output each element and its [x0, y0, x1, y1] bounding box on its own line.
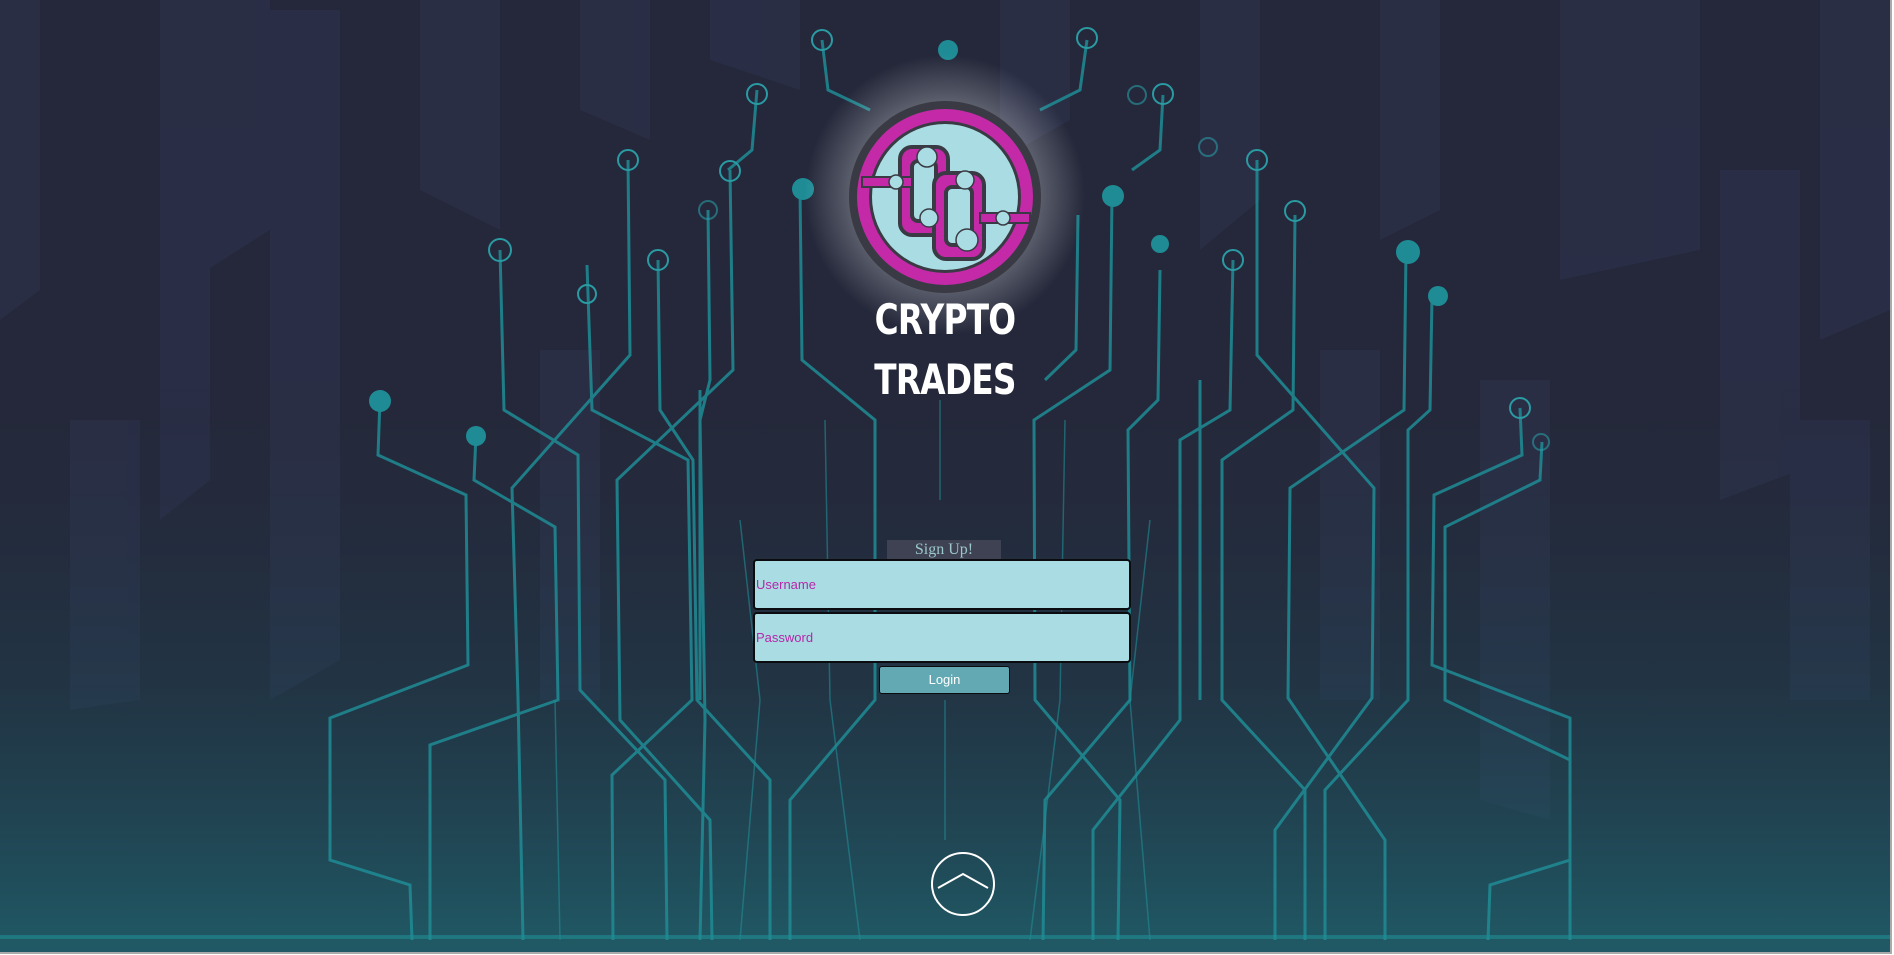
scroll-up-button[interactable] — [930, 851, 996, 917]
login-page: CRYPTO TRADES Sign Up! Login — [0, 0, 1892, 954]
signup-button[interactable]: Sign Up! — [887, 540, 1001, 559]
chevron-up-icon — [931, 852, 995, 916]
brand-name: CRYPTO TRADES — [874, 295, 1016, 404]
login-button[interactable]: Login — [879, 666, 1010, 694]
username-input[interactable] — [753, 559, 1131, 610]
password-input[interactable] — [753, 612, 1131, 663]
